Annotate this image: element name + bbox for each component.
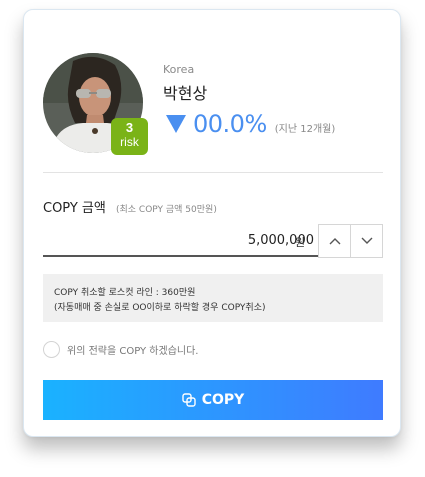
copy-amount-heading: COPY 금액 (최소 COPY 금액 50만원) [43,197,217,216]
copy-amount-minimum: (최소 COPY 금액 50만원) [116,205,217,215]
agreement-checkbox[interactable] [43,341,60,358]
risk-label: risk [120,135,139,149]
chevron-down-icon [361,237,372,244]
stop-loss-note: (자동매매 중 손실로 OO이하로 하락할 경우 COPY취소) [54,303,266,313]
copy-button[interactable]: COPY [43,380,383,420]
stop-loss-line: COPY 취소할 로스컷 라인 : 360만원 [54,288,196,298]
triangle-down-icon [166,115,186,133]
copy-amount-input[interactable] [63,225,318,255]
copy-amount-title: COPY 금액 [43,201,106,216]
currency-unit: 원 [295,236,306,249]
performance-period: (지난 12개월) [274,123,336,135]
copy-trade-card: 3 risk Korea 박현상 00.0% (지난 12개월) COPY 금액… [23,9,401,437]
performance-row: 00.0% (지난 12개월) [165,110,335,138]
performance-value: 00.0% [193,110,267,138]
amount-stepper [318,224,383,258]
decrease-button[interactable] [350,225,382,257]
divider [43,172,383,173]
agreement-row: 위의 전략을 COPY 하겠습니다. [43,341,199,358]
chevron-up-icon [329,238,340,245]
copy-icon [182,393,196,407]
stop-loss-info: COPY 취소할 로스컷 라인 : 360만원 (자동매매 중 손실로 OO이하… [43,274,383,322]
risk-badge: 3 risk [111,118,148,155]
risk-number: 3 [125,120,134,135]
agreement-label: 위의 전략을 COPY 하겠습니다. [67,346,199,357]
copy-amount-field [43,225,318,257]
increase-button[interactable] [319,225,350,257]
trader-name: 박현상 [163,84,208,103]
copy-button-label: COPY [201,392,245,408]
trader-country: Korea [163,63,195,76]
